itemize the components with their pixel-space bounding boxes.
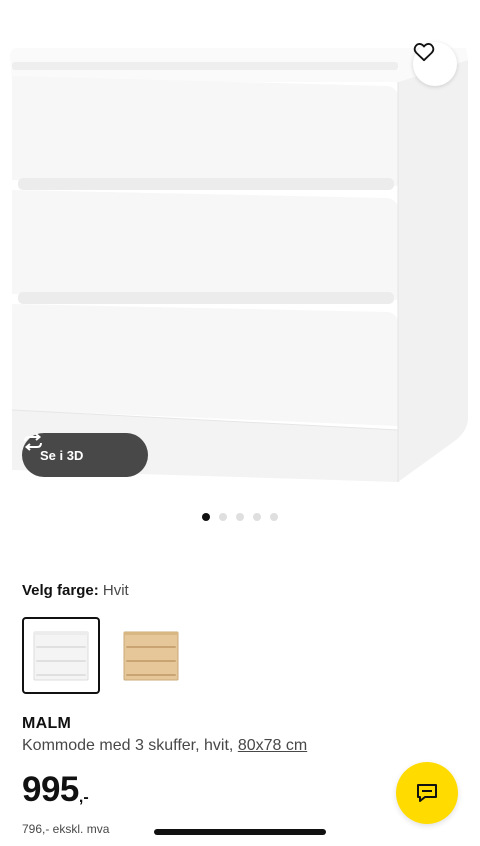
- dresser-image: [10, 48, 468, 482]
- product-description: Kommode med 3 skuffer, hvit, 80x78 cm: [22, 737, 307, 755]
- color-label: Velg farge:: [22, 582, 99, 599]
- gallery-dot[interactable]: [202, 513, 210, 521]
- view-in-3d-label: Se i 3D: [40, 447, 84, 463]
- home-indicator: [154, 829, 326, 835]
- gallery-pagination: [0, 513, 480, 521]
- price-integer: 995: [22, 770, 79, 809]
- color-swatch-oak[interactable]: [112, 617, 190, 694]
- favorite-button[interactable]: [413, 42, 457, 86]
- view-in-3d-button[interactable]: Se i 3D: [22, 433, 148, 477]
- gallery-dot[interactable]: [236, 513, 244, 521]
- oak-dresser-thumbnail: [123, 631, 179, 680]
- color-value: Hvit: [102, 582, 129, 599]
- product-name: MALM: [22, 715, 72, 732]
- rotate-3d-icon: [24, 433, 42, 451]
- heart-icon: [413, 43, 435, 62]
- price-excl-vat: 796,- ekskl. mva: [22, 822, 110, 836]
- chat-button[interactable]: [396, 762, 458, 824]
- gallery-dot[interactable]: [219, 513, 227, 521]
- product-price: 995 ,-: [22, 772, 89, 807]
- product-description-text: Kommode med 3 skuffer, hvit,: [22, 737, 234, 754]
- gallery-dot[interactable]: [253, 513, 261, 521]
- product-dimensions-link[interactable]: 80x78 cm: [238, 737, 307, 754]
- gallery-dot[interactable]: [270, 513, 278, 521]
- price-suffix: ,-: [78, 789, 89, 806]
- chat-icon: [417, 784, 437, 802]
- product-image-gallery[interactable]: Se i 3D: [0, 0, 480, 505]
- color-swatch-white[interactable]: [22, 617, 100, 694]
- white-dresser-thumbnail: [33, 631, 89, 680]
- color-selector-label: Velg farge: Hvit: [22, 582, 129, 599]
